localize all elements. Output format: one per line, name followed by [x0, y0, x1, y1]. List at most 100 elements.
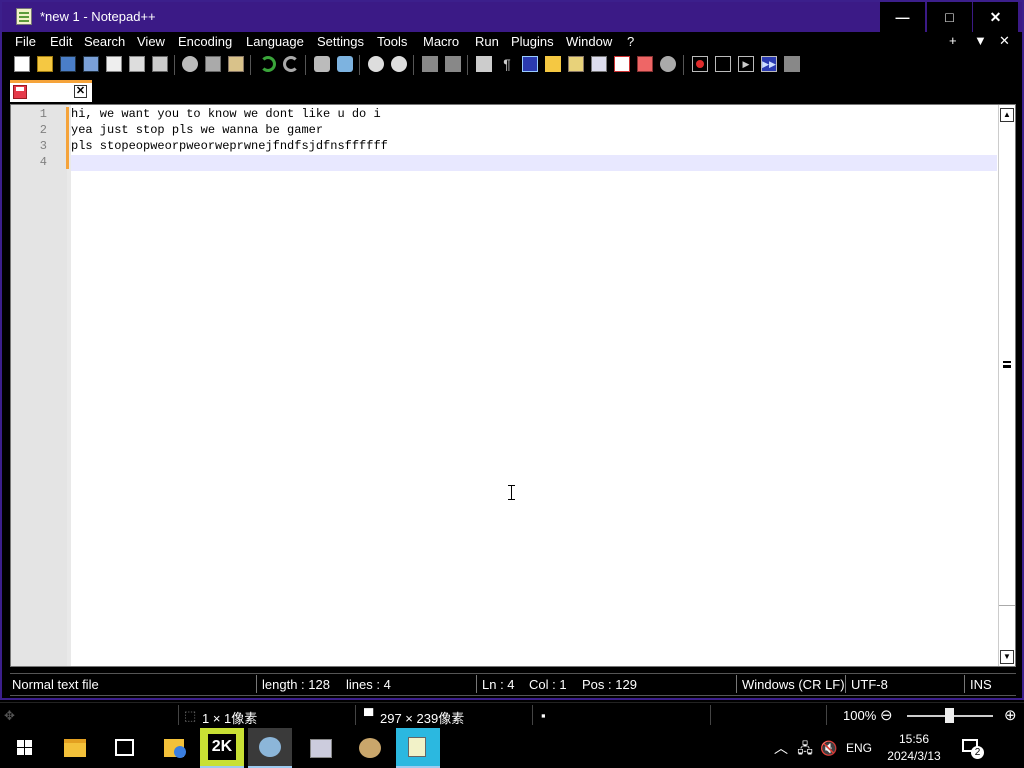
status-separator [964, 675, 965, 693]
toolbar-separator [250, 55, 251, 75]
zoom-in-icon[interactable]: ⊕ [1004, 706, 1017, 724]
app-scanner-icon[interactable] [248, 728, 292, 768]
menu-settings[interactable]: Settings [317, 34, 364, 49]
paint-icon[interactable] [348, 728, 392, 768]
viewer-separator [532, 705, 533, 725]
sync-horizontal-icon[interactable] [445, 56, 461, 72]
save-macro-icon[interactable] [784, 56, 800, 72]
volume-muted-icon[interactable]: 🔇 [818, 728, 840, 768]
menu-run[interactable]: Run [475, 34, 499, 49]
function-list-icon[interactable] [614, 56, 630, 72]
notepadpp-app-icon[interactable] [16, 8, 32, 25]
menu-search[interactable]: Search [84, 34, 125, 49]
minimize-button[interactable]: — [880, 2, 925, 32]
play-macro-icon[interactable]: ▶ [738, 56, 754, 72]
show-hidden-icons-icon[interactable]: ︿ [770, 728, 792, 768]
save-all-icon[interactable] [83, 56, 99, 72]
menu-encoding[interactable]: Encoding [178, 34, 232, 49]
app-window-icon[interactable] [298, 728, 342, 768]
menu-plugins[interactable]: Plugins [511, 34, 554, 49]
status-separator [845, 675, 846, 693]
monitoring-icon[interactable] [660, 56, 676, 72]
show-all-chars-icon[interactable]: ¶ [499, 56, 515, 72]
folder-as-workspace-icon[interactable] [637, 56, 653, 72]
undo-icon[interactable] [260, 56, 276, 72]
open-file-icon[interactable] [37, 56, 53, 72]
notification-center-icon[interactable]: 2 [958, 728, 988, 768]
run-macro-multiple-icon[interactable]: ▶▶ [761, 56, 777, 72]
menu-tools[interactable]: Tools [377, 34, 407, 49]
menu-bar: File Edit Search View Encoding Language … [2, 32, 1022, 52]
close-file-icon[interactable] [106, 56, 122, 72]
status-length: length : 128 [262, 677, 330, 692]
document-map-icon[interactable] [568, 56, 584, 72]
start-button[interactable] [2, 728, 46, 768]
selection-icon: ⬚ [184, 708, 197, 723]
tab-list-button[interactable]: ▼ [974, 33, 987, 48]
photos-icon[interactable] [102, 728, 146, 768]
toolbar-separator [413, 55, 414, 75]
menu-macro[interactable]: Macro [423, 34, 459, 49]
sync-vertical-icon[interactable] [422, 56, 438, 72]
add-tab-button[interactable]: + [949, 33, 957, 48]
copy-icon[interactable] [205, 56, 221, 72]
status-eol[interactable]: Windows (CR LF) [742, 677, 845, 692]
print-icon[interactable] [152, 56, 168, 72]
code-line[interactable]: yea just stop pls we wanna be gamer [71, 123, 323, 137]
stop-macro-icon[interactable] [715, 56, 731, 72]
code-line[interactable]: hi, we want you to know we dont like u d… [71, 107, 381, 121]
input-language[interactable]: ENG [842, 728, 876, 768]
scroll-up-icon[interactable]: ▲ [1000, 108, 1014, 122]
vertical-scrollbar[interactable]: ▲ ▼ [998, 105, 1015, 666]
paste-icon[interactable] [228, 56, 244, 72]
menu-help[interactable]: ? [627, 34, 634, 49]
replace-icon[interactable] [337, 56, 353, 72]
menu-file[interactable]: File [15, 34, 36, 49]
close-document-button[interactable]: ✕ [999, 33, 1010, 49]
user-folder-icon[interactable] [152, 728, 196, 768]
taskbar: 2K ︿ 🖧 🔇 ENG 15:56 2024/3/13 2 [0, 728, 1024, 768]
code-line[interactable]: pls stopeopweorpweorweprwnejfndfsjdfnsff… [71, 139, 388, 153]
zoom-level: 100% [843, 708, 877, 723]
disk-icon: ▪ [541, 708, 546, 723]
redo-icon[interactable] [283, 56, 299, 72]
record-macro-icon[interactable] [692, 56, 708, 72]
cut-icon[interactable] [182, 56, 198, 72]
status-insert-mode[interactable]: INS [970, 677, 992, 692]
scroll-down-icon[interactable]: ▼ [1000, 650, 1014, 664]
title-bar[interactable]: *new 1 - Notepad++ — □ ✕ [2, 2, 1022, 32]
close-button[interactable]: ✕ [973, 2, 1018, 32]
menu-window[interactable]: Window [566, 34, 612, 49]
move-icon: ✥ [4, 708, 15, 723]
tab-bar: ✕ [2, 78, 1022, 104]
tab-new-1[interactable]: ✕ [10, 80, 92, 102]
zoom-slider-thumb[interactable] [945, 708, 954, 723]
save-icon[interactable] [60, 56, 76, 72]
fold-margin[interactable] [67, 105, 71, 666]
close-all-icon[interactable] [129, 56, 145, 72]
document-list-icon[interactable] [591, 56, 607, 72]
network-icon[interactable]: 🖧 [794, 728, 816, 768]
menu-language[interactable]: Language [246, 34, 304, 49]
tab-close-icon[interactable]: ✕ [74, 85, 87, 98]
toolbar-separator [305, 55, 306, 75]
find-icon[interactable] [314, 56, 330, 72]
file-explorer-icon[interactable] [52, 728, 96, 768]
zoom-out-icon[interactable] [391, 56, 407, 72]
toolbar-separator [359, 55, 360, 75]
zoom-out-icon[interactable]: ⊖ [880, 706, 893, 724]
user-defined-language-icon[interactable] [545, 56, 561, 72]
editor-area[interactable]: 1 2 3 4 hi, we want you to know we dont … [10, 104, 1016, 667]
word-wrap-icon[interactable] [476, 56, 492, 72]
notepadpp-taskbar-icon[interactable] [396, 728, 440, 768]
zoom-in-icon[interactable] [368, 56, 384, 72]
menu-view[interactable]: View [137, 34, 165, 49]
clock[interactable]: 15:56 2024/3/13 [878, 728, 950, 768]
app-2k-icon[interactable]: 2K [200, 728, 244, 768]
menu-edit[interactable]: Edit [50, 34, 72, 49]
scroll-thumb-grip-icon[interactable] [1003, 361, 1011, 368]
new-file-icon[interactable] [14, 56, 30, 72]
indent-guide-icon[interactable] [522, 56, 538, 72]
maximize-button[interactable]: □ [927, 2, 972, 32]
status-encoding[interactable]: UTF-8 [851, 677, 888, 692]
